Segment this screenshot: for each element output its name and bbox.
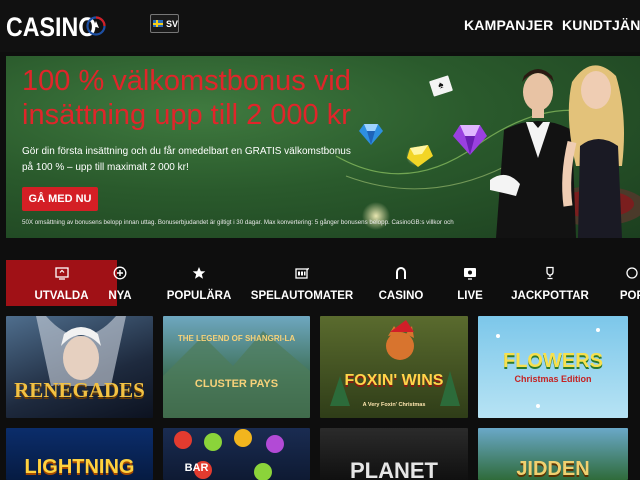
- game-title: FLOWERS: [503, 350, 603, 372]
- slot-machine-icon: [295, 267, 309, 279]
- logo-text: CASINO: [6, 12, 97, 42]
- tab-nya[interactable]: NYA: [100, 260, 140, 306]
- game-subtitle: A Very Foxin' Christmas: [362, 402, 426, 408]
- banner-title: 100 % välkomstbonus vid insättning upp t…: [22, 65, 351, 131]
- blue-gem-icon: [359, 124, 383, 145]
- game-tile-foxin-wins[interactable]: FOXIN' WINS A Very Foxin' Christmas: [320, 316, 468, 418]
- tab-label: CASINO: [378, 290, 424, 302]
- trophy-icon: [546, 266, 554, 280]
- promo-banner[interactable]: 100 % välkomstbonus vid insättning upp t…: [6, 56, 640, 238]
- site-logo[interactable]: CASINO: [6, 12, 111, 43]
- tab-label: LIVE: [457, 290, 483, 302]
- game-title: FOXIN' WINS: [344, 372, 444, 389]
- game-title: RENEGADES: [14, 378, 145, 402]
- banner-terms: 50X omsättning av bonusens belopp innan …: [22, 219, 454, 226]
- tab-label: POPULÄRA: [166, 290, 232, 302]
- horseshoe-icon: [396, 267, 406, 279]
- swedish-flag-icon: [153, 20, 163, 27]
- tab-jackpottar[interactable]: JACKPOTTAR: [510, 260, 590, 306]
- language-selector[interactable]: SV: [150, 14, 179, 33]
- game-tile-hidden[interactable]: JIDDEN: [478, 428, 628, 480]
- category-tabs: UTVALDA NYA POPULÄRA SPELAUTOMATER CASIN…: [0, 256, 640, 308]
- star-icon: [192, 267, 206, 279]
- live-icon: [464, 268, 476, 280]
- plus-circle-icon: [113, 266, 127, 280]
- game-subtitle: Christmas Edition: [514, 374, 592, 384]
- game-tile-lightning[interactable]: LIGHTNING: [6, 428, 153, 480]
- game-title: LIGHTNING: [24, 456, 135, 478]
- nav-kampanjer[interactable]: KAMPANJER: [464, 17, 553, 33]
- game-title: PLANET: [350, 458, 438, 480]
- top-header: CASINO SV KAMPANJER KUNDTJÄNST: [0, 0, 640, 52]
- yellow-gem-icon: [407, 145, 433, 167]
- tab-populara[interactable]: POPULÄRA: [160, 260, 238, 306]
- tab-casino[interactable]: CASINO: [374, 260, 428, 306]
- game-title-small: THE LEGEND OF SHANGRI-LA: [177, 334, 296, 343]
- featured-icon: [54, 267, 69, 280]
- tab-label: JACKPOTTAR: [511, 290, 589, 302]
- game-tile-planet[interactable]: PLANET: [320, 428, 468, 480]
- shangri-la-art: [163, 331, 310, 418]
- banner-subtitle: Gör din första insättning och du får ome…: [22, 146, 351, 173]
- nav-kundtjanst[interactable]: KUNDTJÄNST: [562, 17, 640, 33]
- tab-live[interactable]: LIVE: [450, 260, 490, 306]
- tab-label: NYA: [108, 290, 132, 302]
- game-tile-shangri-la[interactable]: THE LEGEND OF SHANGRI-LA CLUSTER PAYS: [163, 316, 310, 418]
- tab-label: UTVALDA: [34, 290, 89, 302]
- language-code: SV: [165, 18, 178, 29]
- logo-mark-icon: [86, 16, 106, 36]
- misc-icon: [626, 267, 638, 279]
- game-tile-fruit[interactable]: BAR: [163, 428, 310, 480]
- game-tile-flowers[interactable]: FLOWERS Christmas Edition: [478, 316, 628, 418]
- game-tile-renegades[interactable]: RENEGADES: [6, 316, 153, 418]
- female-dealer-illustration: [562, 65, 624, 238]
- tab-label: POP: [619, 290, 640, 302]
- join-now-button[interactable]: GÅ MED NU: [22, 187, 98, 211]
- game-subtitle: CLUSTER PAYS: [194, 378, 279, 390]
- game-title: BAR: [184, 462, 209, 474]
- tab-label: SPELAUTOMATER: [250, 290, 354, 302]
- tab-pop[interactable]: POP: [612, 260, 640, 306]
- tab-spelautomater[interactable]: SPELAUTOMATER: [250, 260, 354, 306]
- purple-gem-icon: [453, 125, 487, 155]
- game-title: JIDDEN: [516, 458, 590, 480]
